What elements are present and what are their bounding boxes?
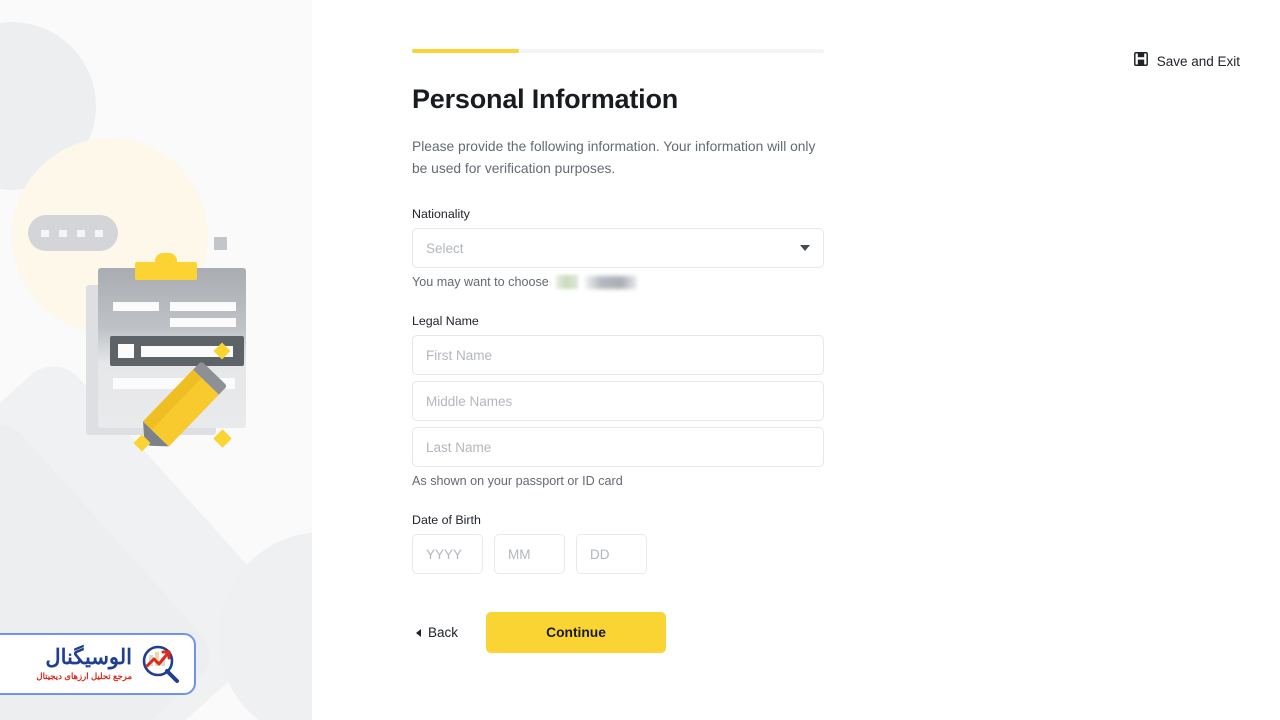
page-title: Personal Information: [412, 84, 679, 114]
progress-bar-fill: [412, 49, 520, 53]
clipboard-line-3: [170, 318, 236, 327]
watermark-logo-icon: [138, 643, 182, 685]
dob-month-placeholder: MM: [508, 546, 531, 562]
speech-bubble-icon: [28, 215, 118, 251]
watermark-subtitle: مرجع تحلیل ارزهای دیجیتال: [36, 671, 132, 682]
dob-month-input[interactable]: MM: [494, 534, 565, 574]
legal-name-helper: As shown on your passport or ID card: [412, 474, 623, 488]
dob-year-placeholder: YYYY: [426, 546, 463, 562]
nationality-helper: You may want to choose: [412, 275, 637, 289]
middle-names-input[interactable]: Middle Names: [412, 381, 824, 421]
nationality-helper-text: You may want to choose: [412, 275, 549, 289]
middle-names-placeholder: Middle Names: [426, 393, 513, 409]
decor-square-1: [214, 237, 227, 250]
nationality-select[interactable]: Select: [412, 228, 824, 268]
clipboard-band-square: [118, 344, 134, 358]
chevron-left-icon: [416, 628, 421, 637]
progress-bar-track: [412, 49, 824, 53]
page-subtitle: Please provide the following information…: [412, 139, 816, 176]
dob-day-input[interactable]: DD: [576, 534, 647, 574]
clipboard-line-2: [170, 302, 236, 311]
nationality-label: Nationality: [412, 207, 470, 221]
clipboard-clip: [135, 262, 197, 280]
save-floppy-icon: [1133, 52, 1148, 71]
back-button-label: Back: [428, 625, 459, 640]
save-and-exit-button[interactable]: Save and Exit: [1133, 52, 1240, 71]
decor-diamond-2: [213, 429, 232, 448]
clipboard-pencil-illustration: [18, 200, 288, 450]
last-name-input[interactable]: Last Name: [412, 427, 824, 467]
clipboard-line-1: [113, 302, 159, 311]
nationality-select-value: Select: [426, 240, 464, 256]
legal-name-label: Legal Name: [412, 314, 479, 328]
continue-button[interactable]: Continue: [486, 612, 667, 653]
site-watermark: الوسیگنال مرجع تحلیل ارزهای دیجیتال: [0, 633, 196, 695]
chevron-down-icon: [800, 245, 810, 251]
form-actions: Back Continue: [412, 612, 667, 653]
redacted-flag-icon: [555, 275, 578, 289]
redacted-country-name: [584, 275, 637, 289]
save-and-exit-label: Save and Exit: [1156, 54, 1240, 69]
first-name-placeholder: First Name: [426, 347, 493, 363]
back-button[interactable]: Back: [412, 617, 462, 648]
illustration-panel: الوسیگنال مرجع تحلیل ارزهای دیجیتال: [0, 0, 312, 720]
date-of-birth-row: YYYY MM DD: [412, 534, 647, 574]
onboarding-screen: الوسیگنال مرجع تحلیل ارزهای دیجیتال Save…: [0, 0, 1280, 720]
date-of-birth-label: Date of Birth: [412, 513, 481, 527]
watermark-title: الوسیگنال: [45, 646, 132, 670]
form-panel: Save and Exit Personal Information Pleas…: [312, 0, 1280, 720]
dob-year-input[interactable]: YYYY: [412, 534, 483, 574]
last-name-placeholder: Last Name: [426, 439, 492, 455]
dob-day-placeholder: DD: [590, 546, 610, 562]
first-name-input[interactable]: First Name: [412, 335, 824, 375]
